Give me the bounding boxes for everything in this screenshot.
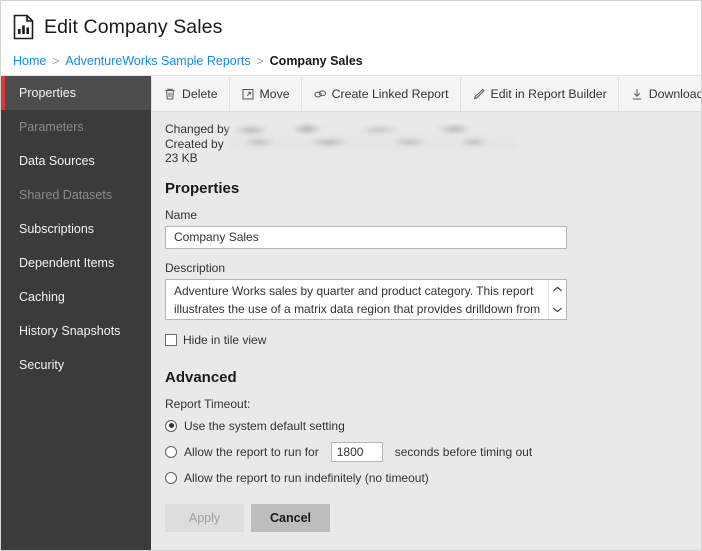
- apply-button[interactable]: Apply: [165, 503, 244, 532]
- sidebar-item-history-snapshots[interactable]: History Snapshots: [1, 314, 151, 348]
- description-field-block: Description Adventure Works sales by qua…: [165, 261, 701, 320]
- sidebar-item-security[interactable]: Security: [1, 348, 151, 382]
- download-button[interactable]: Download: [619, 76, 702, 111]
- content-area: Delete Move Create Linked Report Edit in…: [151, 76, 701, 550]
- sidebar-item-label: Shared Datasets: [19, 188, 113, 202]
- pencil-icon: [472, 87, 486, 101]
- hide-in-tile-view-checkbox[interactable]: [165, 333, 177, 346]
- file-size: 23 KB: [165, 151, 198, 165]
- delete-button[interactable]: Delete: [151, 76, 230, 111]
- name-field-block: Name: [165, 208, 701, 249]
- chevron-down-icon[interactable]: [552, 302, 563, 316]
- sidebar-item-label: Parameters: [19, 120, 84, 134]
- name-label: Name: [165, 207, 198, 222]
- properties-pane: Changed by Created by 23 KB Properties N…: [151, 112, 701, 550]
- edit-in-report-builder-button[interactable]: Edit in Report Builder: [461, 76, 619, 111]
- description-textarea[interactable]: Adventure Works sales by quarter and pro…: [165, 278, 567, 320]
- sidebar-item-shared-datasets: Shared Datasets: [1, 178, 151, 212]
- command-toolbar: Delete Move Create Linked Report Edit in…: [151, 76, 701, 112]
- sidebar-item-properties[interactable]: Properties: [1, 76, 151, 110]
- created-by-label: Created by: [165, 136, 224, 151]
- breadcrumb-separator: >: [52, 54, 60, 68]
- timeout-option-indefinite-row[interactable]: Allow the report to run indefinitely (no…: [165, 471, 701, 485]
- chevron-up-icon[interactable]: [552, 282, 563, 296]
- sidebar-item-dependent-items[interactable]: Dependent Items: [1, 246, 151, 280]
- timeout-seconds-input[interactable]: [330, 441, 383, 462]
- sidebar: Properties Parameters Data Sources Share…: [1, 76, 151, 550]
- hide-in-tile-view-checkbox-row[interactable]: Hide in tile view: [165, 333, 701, 347]
- breadcrumb-item-adventureworks-sample-reports[interactable]: AdventureWorks Sample Reports: [65, 54, 250, 68]
- timeout-option-custom-row[interactable]: Allow the report to run for seconds befo…: [165, 441, 701, 462]
- description-scrollbar[interactable]: [548, 279, 566, 319]
- properties-section-title: Properties: [165, 179, 240, 197]
- report-timeout-label: Report Timeout:: [165, 396, 251, 411]
- sidebar-item-data-sources[interactable]: Data Sources: [1, 144, 151, 178]
- sidebar-item-label: Caching: [19, 290, 65, 304]
- download-arrow-icon: [630, 87, 644, 101]
- create-linked-report-button[interactable]: Create Linked Report: [302, 76, 461, 111]
- breadcrumb-item-company-sales: Company Sales: [269, 54, 363, 68]
- sidebar-item-label: Security: [19, 358, 65, 372]
- description-wrapper: Adventure Works sales by quarter and pro…: [165, 278, 567, 320]
- move-button-label: Move: [259, 86, 290, 101]
- page-title: Edit Company Sales: [44, 15, 223, 38]
- create-linked-report-button-label: Create Linked Report: [331, 86, 449, 101]
- sidebar-item-subscriptions[interactable]: Subscriptions: [1, 212, 151, 246]
- report-document-chart-icon: [13, 14, 35, 40]
- timeout-option-system-default-radio[interactable]: [165, 419, 177, 432]
- name-input[interactable]: [165, 225, 567, 249]
- edit-report-properties-window: Edit Company Sales Home > AdventureWorks…: [0, 0, 702, 551]
- redacted-user-info-overlay: [229, 120, 519, 150]
- sidebar-item-label: Subscriptions: [19, 222, 95, 236]
- body-split: Properties Parameters Data Sources Share…: [1, 75, 701, 550]
- timeout-option-indefinite-radio[interactable]: [165, 471, 177, 484]
- sidebar-item-label: Properties: [19, 86, 76, 100]
- hide-in-tile-view-label: Hide in tile view: [183, 332, 267, 347]
- timeout-option-system-default-label: Use the system default setting: [184, 418, 345, 433]
- sidebar-item-label: History Snapshots: [19, 324, 121, 338]
- timeout-option-indefinite-label: Allow the report to run indefinitely (no…: [184, 470, 429, 485]
- changed-by-label: Changed by: [165, 122, 230, 136]
- cancel-button[interactable]: Cancel: [251, 503, 330, 532]
- sidebar-item-caching[interactable]: Caching: [1, 280, 151, 314]
- sidebar-item-parameters: Parameters: [1, 110, 151, 144]
- download-button-label: Download: [648, 86, 702, 101]
- breadcrumb-separator: >: [256, 54, 264, 68]
- move-button[interactable]: Move: [230, 76, 302, 111]
- action-button-row: Apply Cancel: [165, 503, 701, 532]
- description-label: Description: [165, 260, 226, 275]
- link-chain-icon: [313, 87, 327, 101]
- page-header: Edit Company Sales: [1, 1, 701, 47]
- timeout-option-system-default-row[interactable]: Use the system default setting: [165, 419, 701, 433]
- move-box-icon: [241, 87, 255, 101]
- timeout-option-custom-radio[interactable]: [165, 445, 177, 458]
- sidebar-item-label: Dependent Items: [19, 256, 115, 270]
- timeout-option-custom-label-after: seconds before timing out: [394, 444, 533, 459]
- delete-button-label: Delete: [182, 86, 218, 101]
- trash-icon: [163, 87, 177, 101]
- item-metadata: Changed by Created by 23 KB: [165, 120, 701, 166]
- edit-in-report-builder-button-label: Edit in Report Builder: [490, 86, 607, 101]
- breadcrumb-item-home[interactable]: Home: [13, 54, 46, 68]
- sidebar-item-label: Data Sources: [19, 154, 95, 168]
- advanced-section-title: Advanced: [165, 368, 237, 386]
- breadcrumb: Home > AdventureWorks Sample Reports > C…: [1, 47, 701, 75]
- timeout-option-custom-label-before: Allow the report to run for: [184, 444, 319, 459]
